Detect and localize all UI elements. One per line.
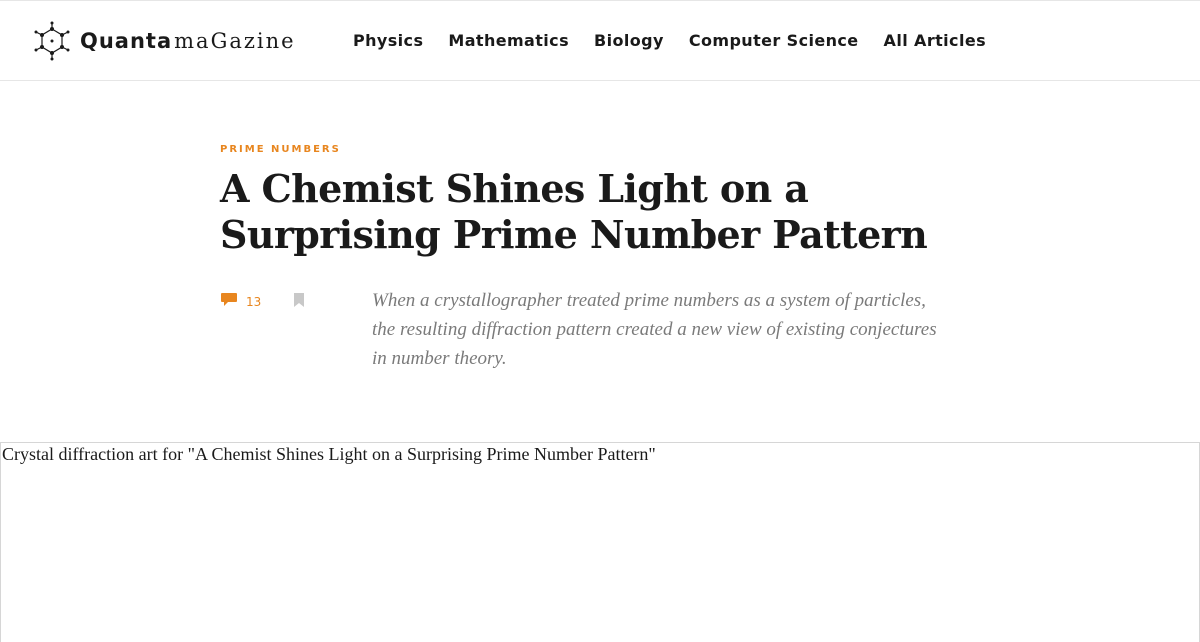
nav-item-physics[interactable]: Physics [353,31,423,50]
article-title: A Chemist Shines Light on a Surprising P… [220,166,928,257]
hero-image: Crystal diffraction art for "A Chemist S… [0,442,1200,642]
site-logo[interactable]: Quanta maGazine [32,21,296,61]
molecule-logo-icon [34,21,70,61]
article-meta: 13 [220,290,305,309]
logo-wordmark-magazine: maGazine [174,29,296,53]
logo-wordmark-quanta: Quanta [80,29,173,53]
nav-item-computer-science[interactable]: Computer Science [689,31,859,50]
hero-image-alt-text: Crystal diffraction art for "A Chemist S… [2,444,656,464]
nav-item-biology[interactable]: Biology [594,31,664,50]
nav-item-mathematics[interactable]: Mathematics [448,31,569,50]
article-dek: When a crystallographer treated prime nu… [372,290,937,369]
nav-item-all-articles[interactable]: All Articles [884,31,986,50]
comment-bubble-icon [221,292,237,306]
article-category-link[interactable]: PRIME NUMBERS [220,144,341,155]
primary-nav: Physics Mathematics Biology Computer Sci… [353,31,1011,50]
comments-link[interactable]: 13 [220,290,261,309]
bookmark-icon [294,292,305,307]
comment-count: 13 [246,295,262,309]
bookmark-button[interactable] [293,292,305,307]
site-header: Quanta maGazine Physics Mathematics Biol… [0,0,1200,81]
